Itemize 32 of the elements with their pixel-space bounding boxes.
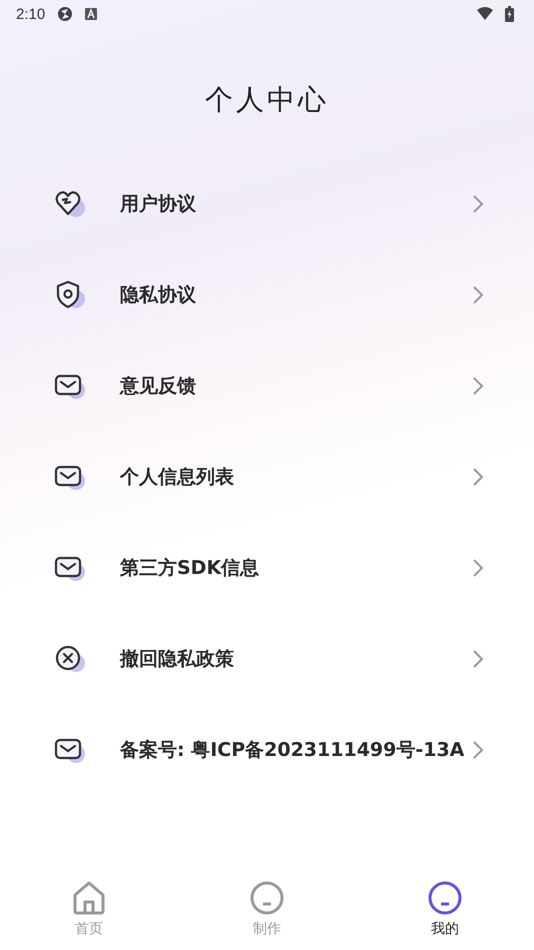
keyboard-icon: [85, 8, 98, 20]
menu-label: 用户协议: [120, 192, 197, 216]
menu-item[interactable]: 隐私协议: [0, 249, 534, 340]
face-icon: [249, 880, 285, 916]
page-title: 个人中心: [205, 84, 329, 116]
menu-label: 第三方SDK信息: [120, 556, 260, 580]
chevron-right-icon: [472, 194, 484, 214]
menu-label: 隐私协议: [120, 282, 197, 308]
face-icon: [427, 880, 463, 916]
chevron-right-icon: [472, 466, 484, 486]
menu-label: 撤回隐私政策: [120, 646, 235, 672]
menu-item[interactable]: 撤回隐私政策: [0, 613, 534, 704]
chevron-right-icon: [472, 284, 484, 304]
menu-label: 备案号: 粤ICP备2023111499号-13A: [120, 738, 466, 762]
sync-icon: [57, 6, 74, 22]
chevron-right-icon: [472, 740, 484, 760]
menu-item[interactable]: 意见反馈: [0, 340, 534, 431]
menu-label: 意见反馈: [120, 374, 197, 398]
chevron-right-icon: [472, 376, 484, 396]
menu-item[interactable]: 第三方SDK信息: [0, 522, 534, 613]
wifi-icon: [477, 7, 493, 21]
shield-icon: [54, 278, 88, 310]
tab-item[interactable]: 我的: [356, 880, 534, 938]
menu-item[interactable]: 个人信息列表: [0, 431, 534, 522]
battery-icon: [505, 6, 514, 22]
chevron-right-icon: [472, 648, 484, 668]
home-icon: [71, 880, 107, 916]
status-time: 2:10: [16, 6, 46, 22]
chevron-right-icon: [472, 558, 484, 578]
menu-item[interactable]: 用户协议: [0, 158, 534, 249]
menu-item[interactable]: 备案号: 粤ICP备2023111499号-13A: [0, 704, 534, 795]
menu-label: 个人信息列表: [120, 464, 235, 490]
